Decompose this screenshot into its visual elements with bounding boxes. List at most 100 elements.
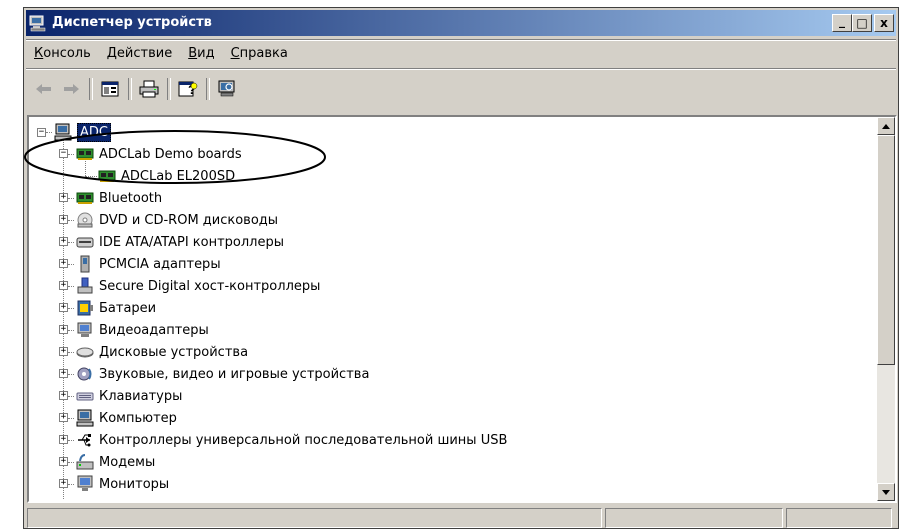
tree-item-monitor[interactable]: Мониторы: [76, 473, 169, 495]
expand-toggle[interactable]: +: [59, 369, 68, 378]
expand-toggle[interactable]: +: [59, 259, 68, 268]
scroll-up-button[interactable]: [877, 117, 895, 135]
scan-hardware-icon: [218, 80, 235, 97]
forward-button[interactable]: [59, 77, 83, 101]
expand-toggle[interactable]: +: [59, 281, 68, 290]
pcmcia-icon: [80, 255, 90, 273]
tree-item-label: Контроллеры универсальной последовательн…: [99, 432, 508, 448]
disk-icon: [76, 347, 94, 358]
maximize-button[interactable]: □: [852, 14, 872, 32]
menu-action[interactable]: Действие: [99, 46, 180, 61]
tree-item-label: PCMCIA адаптеры: [99, 256, 221, 272]
modem-icon: [76, 454, 94, 470]
collapse-toggle[interactable]: −: [59, 149, 68, 158]
expand-toggle[interactable]: +: [59, 479, 68, 488]
keyboard-icon: [76, 392, 94, 401]
scan-hardware-button[interactable]: [215, 77, 239, 101]
tree-item-label: Bluetooth: [99, 190, 163, 206]
back-icon: [36, 84, 51, 94]
maximize-icon: □: [856, 16, 868, 30]
tree-item-sound[interactable]: Звуковые, видео и игровые устройства: [76, 363, 369, 385]
expand-toggle[interactable]: +: [59, 435, 68, 444]
cdrom-icon: [77, 212, 93, 228]
board-icon: [76, 192, 94, 204]
toolbar-separator: [128, 78, 132, 100]
arrow-up-icon: [882, 123, 890, 129]
display-icon: [77, 322, 92, 337]
scroll-down-button[interactable]: [877, 483, 895, 501]
forward-icon: [64, 84, 79, 94]
print-button[interactable]: [137, 77, 161, 101]
expand-toggle[interactable]: +: [59, 347, 68, 356]
status-pane-2: [605, 508, 783, 528]
tree-item-label: Видеоадаптеры: [99, 322, 209, 338]
expand-toggle[interactable]: +: [59, 413, 68, 422]
minimize-icon: _: [839, 14, 845, 28]
device-tree: − ADC − ADCLab Demo boards ADCLab EL200S…: [29, 117, 877, 501]
tree-item-label: IDE ATA/ATAPI контроллеры: [99, 234, 285, 250]
expand-toggle[interactable]: +: [59, 193, 68, 202]
minimize-button[interactable]: _: [832, 14, 852, 32]
status-pane-3: [786, 508, 892, 528]
tree-item-label: Батареи: [99, 300, 157, 316]
vertical-scrollbar[interactable]: [877, 117, 895, 501]
tree-item-label: Мониторы: [99, 476, 170, 492]
tree-item-battery[interactable]: Батареи: [76, 297, 156, 319]
expand-toggle[interactable]: +: [59, 237, 68, 246]
collapse-toggle[interactable]: −: [37, 128, 46, 137]
sd-icon: [77, 277, 93, 294]
back-button[interactable]: [32, 77, 56, 101]
close-button[interactable]: x: [874, 14, 894, 32]
monitor-icon: [77, 475, 93, 491]
status-bar: [27, 508, 895, 530]
tree-item-ide[interactable]: IDE ATA/ATAPI контроллеры: [76, 231, 284, 253]
title-bar[interactable]: Диспетчер устройств _ □ x: [26, 10, 896, 36]
arrow-down-icon: [882, 489, 890, 495]
help-icon: ?: [178, 81, 198, 97]
tree-item-label: ADCLab Demo boards: [99, 146, 242, 162]
tree-item-keyboard[interactable]: Клавиатуры: [76, 385, 182, 407]
tree-item-disk[interactable]: Дисковые устройства: [76, 341, 248, 363]
tree-item-label: Компьютер: [99, 410, 177, 426]
tree-item-usb[interactable]: Контроллеры универсальной последовательн…: [76, 429, 507, 451]
expand-toggle[interactable]: +: [59, 457, 68, 466]
tree-item-label: Secure Digital хост-контроллеры: [99, 278, 321, 294]
help-button[interactable]: ?: [176, 77, 200, 101]
tree-item-pcmcia[interactable]: PCMCIA адаптеры: [76, 253, 221, 275]
scroll-thumb[interactable]: [877, 135, 895, 365]
tree-item-label: Модемы: [99, 454, 156, 470]
properties-icon: [101, 81, 119, 97]
menu-console[interactable]: Консоль: [26, 46, 99, 61]
expand-toggle[interactable]: +: [59, 325, 68, 334]
tree-item-board[interactable]: Bluetooth: [76, 187, 162, 209]
status-pane-main: [27, 508, 602, 528]
window-title: Диспетчер устройств: [52, 15, 212, 30]
properties-button[interactable]: [98, 77, 122, 101]
device-tree-panel[interactable]: − ADC − ADCLab Demo boards ADCLab EL200S…: [27, 115, 897, 503]
tree-item-label: Дисковые устройства: [99, 344, 249, 360]
expand-toggle[interactable]: +: [59, 215, 68, 224]
computer-icon: [76, 409, 94, 427]
expand-toggle[interactable]: +: [59, 391, 68, 400]
menu-help[interactable]: Справка: [223, 46, 296, 61]
tree-item-adclab-el200sd[interactable]: ADCLab EL200SD: [98, 165, 235, 187]
tree-item-label: Звуковые, видео и игровые устройства: [99, 366, 370, 382]
tree-item-adclab-demo-boards[interactable]: ADCLab Demo boards: [76, 143, 242, 165]
tree-item-cdrom[interactable]: DVD и CD-ROM дисководы: [76, 209, 278, 231]
toolbar: ?: [26, 74, 896, 104]
tree-item-modem[interactable]: Модемы: [76, 451, 155, 473]
menubar-top-divider: [26, 39, 896, 41]
tree-item-display[interactable]: Видеоадаптеры: [76, 319, 209, 341]
board-icon: [98, 170, 116, 182]
menu-view[interactable]: Вид: [180, 46, 222, 61]
close-icon: x: [880, 16, 888, 30]
toolbar-separator: [89, 78, 93, 100]
print-icon: [139, 80, 159, 98]
tree-item-sd[interactable]: Secure Digital хост-контроллеры: [76, 275, 320, 297]
menu-bar: Консоль Действие Вид Справка: [26, 42, 896, 64]
expand-toggle[interactable]: +: [59, 303, 68, 312]
device-manager-icon: [29, 15, 46, 32]
tree-item-computer[interactable]: Компьютер: [76, 407, 177, 429]
device-manager-window: Диспетчер устройств _ □ x Консоль Действ…: [23, 7, 899, 529]
tree-item-label: Клавиатуры: [99, 388, 183, 404]
